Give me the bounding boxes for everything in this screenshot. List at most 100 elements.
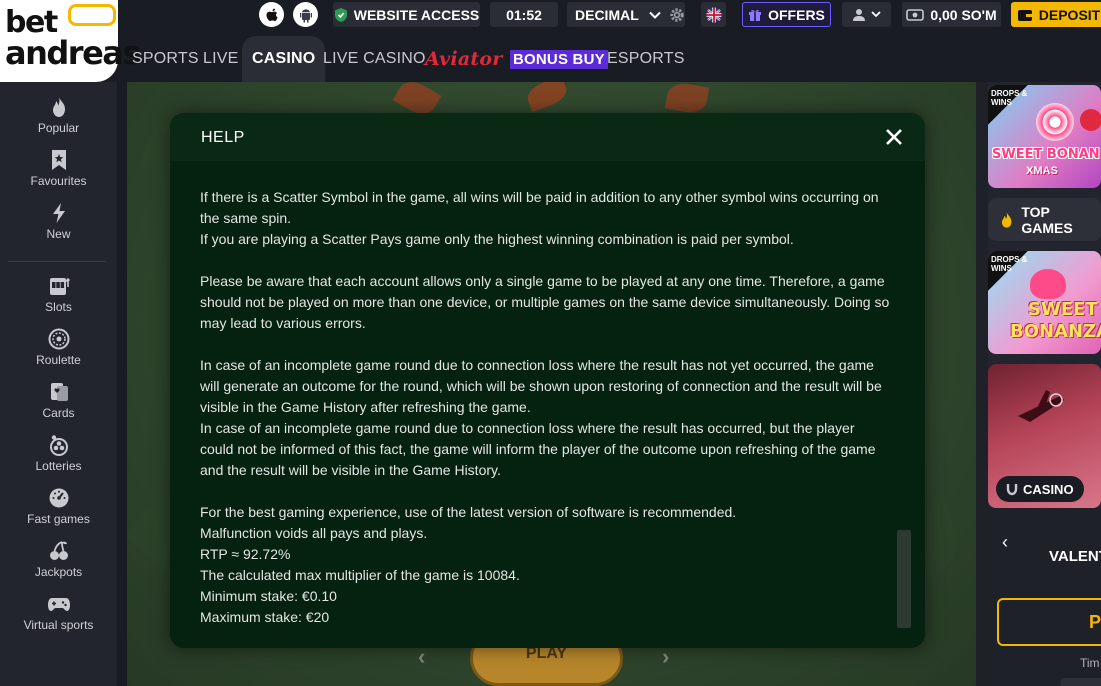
promo-title: VALENT	[1049, 548, 1101, 565]
card-title: SWEET BONAN	[992, 147, 1100, 162]
top-games-header[interactable]: TOP GAMES	[988, 198, 1101, 241]
top-games-label: TOP GAMES	[1021, 203, 1073, 236]
drops-wins-label: DROPS & WINS	[991, 89, 1028, 107]
wallet-icon	[906, 8, 925, 21]
android-app-button[interactable]	[293, 2, 318, 27]
sidebar-label: Fast games	[27, 512, 90, 526]
odds-format-select[interactable]: DECIMAL	[567, 2, 685, 27]
sidebar-label: Slots	[45, 300, 72, 314]
drops-wins-label: DROPS & WINS	[991, 255, 1028, 273]
promo-timer-pill	[1060, 678, 1101, 686]
sidebar-label: Virtual sports	[23, 618, 94, 632]
berry-image	[1080, 109, 1101, 131]
odds-format-value: DECIMAL	[575, 6, 639, 23]
language-select[interactable]	[701, 2, 726, 27]
game-card-sweet-bonanza[interactable]: DROPS & WINS SWEET BONANZA	[988, 251, 1101, 354]
help-line: For the best gaming experience, use of t…	[200, 504, 737, 520]
slot-machine-icon	[49, 278, 70, 295]
bonus-buy-label: BONUS BUY	[510, 49, 608, 69]
cherries-icon	[49, 541, 68, 560]
wallet-icon	[1017, 9, 1032, 21]
clock-time: 01:52	[506, 6, 542, 23]
offers-button[interactable]: OFFERS	[742, 2, 831, 27]
balance-display[interactable]: 0,00 SO'M	[902, 2, 1001, 27]
scrollbar-thumb[interactable]	[897, 530, 911, 628]
nav-aviator[interactable]: Aviator	[425, 36, 502, 82]
nav-esports[interactable]: ESPORTS	[607, 36, 685, 82]
casino-badge-label: CASINO	[1023, 481, 1074, 497]
sidebar-item-favourites[interactable]: Favourites	[0, 149, 117, 188]
sidebar-item-jackpots[interactable]: Jackpots	[0, 540, 117, 579]
game-card-sweet-bonanza-xmas[interactable]: DROPS & WINS SWEET BONAN XMAS	[988, 85, 1101, 188]
balance-value: 0,00 SO'M	[930, 6, 997, 23]
uk-flag-icon	[706, 7, 721, 22]
sidebar-item-new[interactable]: New	[0, 202, 117, 241]
account-menu-button[interactable]	[842, 2, 891, 27]
sidebar-item-fast-games[interactable]: Fast games	[0, 487, 117, 526]
nav-casino[interactable]: CASINO	[242, 36, 326, 82]
game-card-aviator-promo[interactable]: CASINO	[988, 364, 1101, 508]
nav-live-casino[interactable]: LIVE CASINO	[323, 36, 426, 82]
drops-wins-badge: DROPS & WINS	[988, 251, 1028, 291]
apple-app-button[interactable]	[259, 2, 284, 27]
roulette-icon	[48, 328, 69, 350]
aviator-logo-text: Aviator	[425, 48, 503, 70]
min-stake: Minimum stake: €0.10	[200, 588, 337, 604]
shield-icon	[334, 7, 347, 22]
help-line: In case of an incomplete game round due …	[200, 420, 876, 478]
card-title: SWEET	[1028, 299, 1098, 320]
flame-icon	[52, 97, 65, 117]
website-access-label: WEBSITE ACCESS	[353, 6, 480, 23]
bookmark-star-icon	[51, 150, 66, 170]
card-subtitle: XMAS	[1026, 165, 1058, 177]
chevron-down-icon	[649, 11, 661, 19]
deposit-label: DEPOSIT	[1038, 6, 1101, 23]
nav-sports[interactable]: SPORTS	[132, 36, 199, 82]
lottery-balls-icon	[49, 435, 68, 456]
help-line: The calculated max multiplier of the gam…	[200, 567, 520, 583]
sidebar-item-slots[interactable]: Slots	[0, 275, 117, 314]
help-modal: HELP If there is a Scatter Symbol in the…	[170, 113, 925, 648]
main-nav: SPORTS LIVE CASINO LIVE CASINO Aviator B…	[118, 36, 1101, 82]
promo-button-label: P	[1089, 612, 1101, 632]
nav-bonus-buy[interactable]: BONUS BUY	[510, 36, 608, 82]
sidebar-label: Favourites	[30, 174, 87, 188]
sidebar-label: Jackpots	[34, 565, 83, 579]
help-line: If there is a Scatter Symbol in the game…	[200, 189, 879, 226]
help-line: If you are playing a Scatter Pays game o…	[200, 231, 794, 247]
apple-icon	[266, 8, 278, 21]
modal-header: HELP	[170, 113, 925, 161]
deposit-button[interactable]: DEPOSIT	[1011, 2, 1101, 27]
modal-scrollbar[interactable]	[897, 161, 911, 630]
chevron-down-icon	[871, 11, 881, 18]
help-line: Please be aware that each account allows…	[200, 273, 890, 331]
promo-button[interactable]: P	[997, 598, 1101, 646]
help-line: Malfunction voids all pays and plays.	[200, 525, 428, 541]
promo-timer-label: Tim	[1080, 656, 1100, 670]
modal-title: HELP	[201, 129, 245, 146]
nav-live[interactable]: LIVE	[203, 36, 239, 82]
heart-candy-image	[1030, 269, 1066, 299]
chevron-left-icon[interactable]: ‹	[1002, 532, 1008, 553]
casino-category-badge: CASINO	[996, 476, 1084, 502]
sidebar-item-popular[interactable]: Popular	[0, 96, 117, 135]
sidebar-item-lotteries[interactable]: Lotteries	[0, 434, 117, 473]
offers-label: OFFERS	[768, 6, 825, 23]
drops-wins-badge: DROPS & WINS	[988, 85, 1028, 125]
website-access-button[interactable]: WEBSITE ACCESS	[333, 2, 480, 27]
brand-logo[interactable]: bet andreas	[0, 0, 141, 82]
user-icon	[853, 8, 865, 21]
gear-icon[interactable]	[669, 7, 685, 23]
flame-icon	[1001, 211, 1012, 228]
gift-icon	[749, 9, 762, 21]
sidebar-label: New	[46, 227, 71, 241]
help-line: In case of an incomplete game round due …	[200, 357, 882, 415]
sidebar-item-cards[interactable]: Cards	[0, 381, 117, 420]
max-stake: Maximum stake: €20	[200, 609, 330, 625]
sidebar-item-virtual-sports[interactable]: Virtual sports	[0, 593, 117, 632]
sidebar-item-roulette[interactable]: Roulette	[0, 328, 117, 367]
promo-widget: ‹ VALENT P Tim	[988, 508, 1101, 686]
lightning-icon	[52, 203, 65, 223]
close-icon[interactable]	[885, 128, 903, 146]
sidebar-divider	[8, 261, 106, 262]
